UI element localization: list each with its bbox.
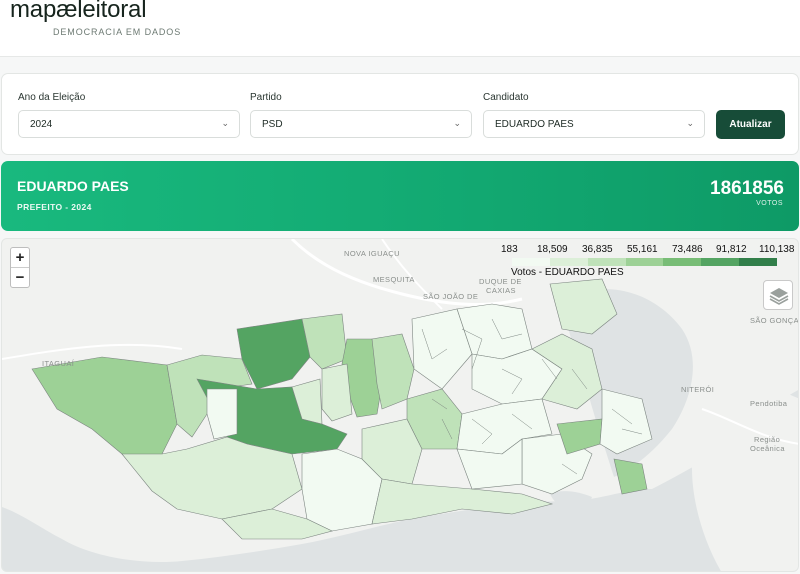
legend-swatch [663, 258, 702, 266]
choropleth-map[interactable]: NOVA IGUAÇU MESQUITA SÃO JOÃO DE DUQUE D… [1, 238, 799, 572]
year-label: Ano da Eleição [18, 92, 86, 103]
legend-tick: 183 [501, 244, 518, 255]
legend-title: Votos - EDUARDO PAES [511, 267, 624, 278]
place-label-itaguai: ITAGUAÍ [42, 359, 75, 368]
chevron-down-icon: ⌄ [453, 118, 461, 128]
candidate-select-value: EDUARDO PAES [495, 119, 574, 130]
party-label: Partido [250, 92, 282, 103]
place-label-nova-iguacu: NOVA IGUAÇU [344, 249, 400, 258]
legend-swatch [587, 258, 626, 266]
vote-total-label: VOTOS [756, 200, 783, 207]
zoom-control: + − [10, 247, 30, 288]
update-button[interactable]: Atualizar [716, 110, 785, 139]
legend-tick: 55,161 [627, 244, 658, 255]
chevron-down-icon: ⌄ [221, 118, 229, 128]
app-tagline: DEMOCRACIA EM DADOS [53, 27, 182, 37]
layers-icon [769, 288, 789, 305]
legend-swatch [625, 258, 664, 266]
candidate-name: EDUARDO PAES [17, 178, 129, 194]
chevron-down-icon: ⌄ [686, 118, 694, 128]
layers-button[interactable] [763, 280, 793, 310]
place-label-pendotiba: Pendotiba [750, 399, 788, 408]
candidate-office: PREFEITO - 2024 [17, 202, 92, 212]
map-canvas[interactable] [2, 239, 799, 572]
place-label-mesquita: MESQUITA [373, 275, 415, 284]
candidate-select[interactable]: EDUARDO PAES ⌄ [483, 110, 705, 138]
zoom-out-button[interactable]: − [11, 268, 29, 288]
map-legend: 183 18,509 36,835 55,161 73,486 91,812 1… [499, 244, 798, 284]
vote-total: 1861856 [710, 178, 784, 199]
legend-swatch [701, 258, 740, 266]
candidate-label: Candidato [483, 92, 529, 103]
zoom-in-button[interactable]: + [11, 248, 29, 268]
legend-swatch [549, 258, 588, 266]
place-label-niteroi: NITERÓI [681, 385, 715, 394]
place-label-duque-2: CAXIAS [486, 286, 516, 295]
place-label-regiao-2: Oceânica [750, 444, 785, 453]
legend-tick: 36,835 [582, 244, 613, 255]
legend-tick: 73,486 [672, 244, 703, 255]
filters-panel: Ano da Eleição 2024 ⌄ Partido PSD ⌄ Cand… [1, 73, 799, 155]
legend-swatch [739, 258, 778, 266]
year-select[interactable]: 2024 ⌄ [18, 110, 240, 138]
place-label-regiao: Região [754, 435, 781, 444]
party-select[interactable]: PSD ⌄ [250, 110, 472, 138]
legend-tick: 110,138 [759, 244, 795, 255]
party-select-value: PSD [262, 119, 283, 130]
legend-color-scale [512, 258, 778, 266]
app-header: mapæleitoral DEMOCRACIA EM DADOS [0, 0, 800, 57]
candidate-banner: EDUARDO PAES PREFEITO - 2024 1861856 VOT… [1, 161, 799, 231]
legend-tick: 18,509 [537, 244, 568, 255]
legend-tick: 91,812 [716, 244, 747, 255]
place-label-sao-goncalo: SÃO GONÇA [750, 316, 799, 325]
year-select-value: 2024 [30, 119, 53, 130]
legend-swatch [512, 258, 550, 266]
place-label-sao-joao: SÃO JOÃO DE [423, 292, 479, 301]
app-logo[interactable]: mapæleitoral [10, 0, 147, 24]
